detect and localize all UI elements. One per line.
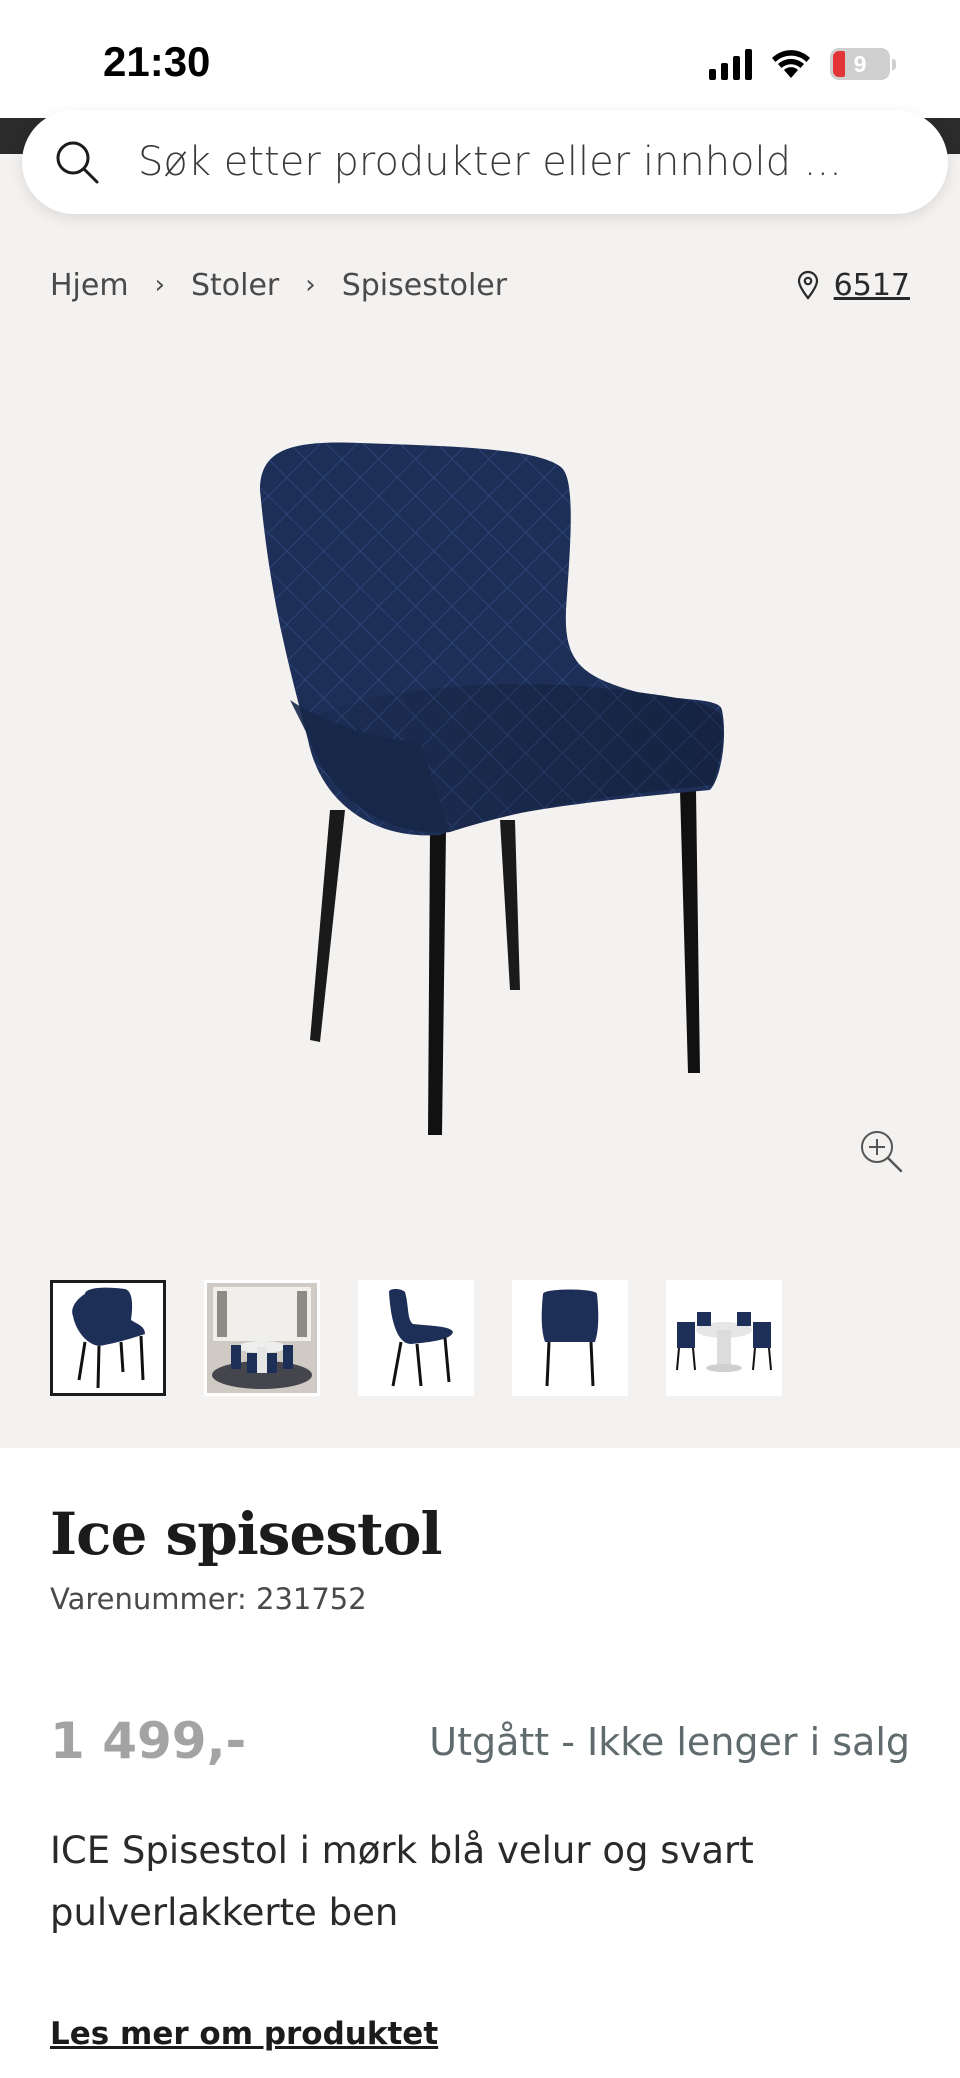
availability-status: Utgått - Ikke lenger i salg <box>429 1720 910 1764</box>
breadcrumb-item-spisestoler[interactable]: Spisestoler <box>342 268 507 303</box>
location-pin-icon <box>797 270 818 300</box>
product-price: 1 499,- <box>50 1712 247 1770</box>
zoom-in-icon[interactable] <box>858 1128 904 1174</box>
status-icons: 9 <box>709 44 896 84</box>
thumbnail-chair-back-image <box>541 1289 599 1387</box>
chevron-right-icon: › <box>154 270 165 300</box>
wifi-icon <box>770 48 812 80</box>
search-icon[interactable] <box>54 139 100 185</box>
thumbnail-room-image <box>207 1283 317 1393</box>
search-bar[interactable] <box>22 110 948 214</box>
search-input[interactable] <box>138 139 838 185</box>
status-bar: 21:30 9 <box>0 0 960 118</box>
battery-icon: 9 <box>830 48 896 80</box>
breadcrumb-item-hjem[interactable]: Hjem <box>50 268 129 303</box>
thumbnail-chair-front-image <box>72 1287 145 1389</box>
read-more-link[interactable]: Les mer om produktet <box>50 2016 438 2052</box>
product-description: ICE Spisestol i mørk blå velur og svart … <box>50 1829 754 1934</box>
signal-icon <box>709 48 752 80</box>
thumbnail-1[interactable] <box>50 1280 166 1396</box>
store-code[interactable]: 6517 <box>834 268 910 303</box>
store-selector[interactable]: 6517 <box>796 265 910 305</box>
product-title: Ice spisestol <box>50 1500 442 1568</box>
breadcrumb: Hjem › Stoler › Spisestoler <box>50 265 507 305</box>
thumbnail-3[interactable] <box>358 1280 474 1396</box>
breadcrumb-item-stoler[interactable]: Stoler <box>191 268 279 303</box>
battery-level: 9 <box>853 51 867 77</box>
thumbnail-dining-set-image <box>676 1312 772 1372</box>
thumbnail-5[interactable] <box>666 1280 782 1396</box>
thumbnail-4[interactable] <box>512 1280 628 1396</box>
thumbnail-2[interactable] <box>204 1280 320 1396</box>
product-main-image[interactable] <box>250 440 730 1150</box>
product-sku: Varenummer: 231752 <box>50 1582 367 1616</box>
status-time: 21:30 <box>103 38 211 85</box>
thumbnail-strip <box>50 1280 782 1396</box>
thumbnail-chair-side-image <box>389 1289 453 1387</box>
chevron-right-icon: › <box>305 270 316 300</box>
